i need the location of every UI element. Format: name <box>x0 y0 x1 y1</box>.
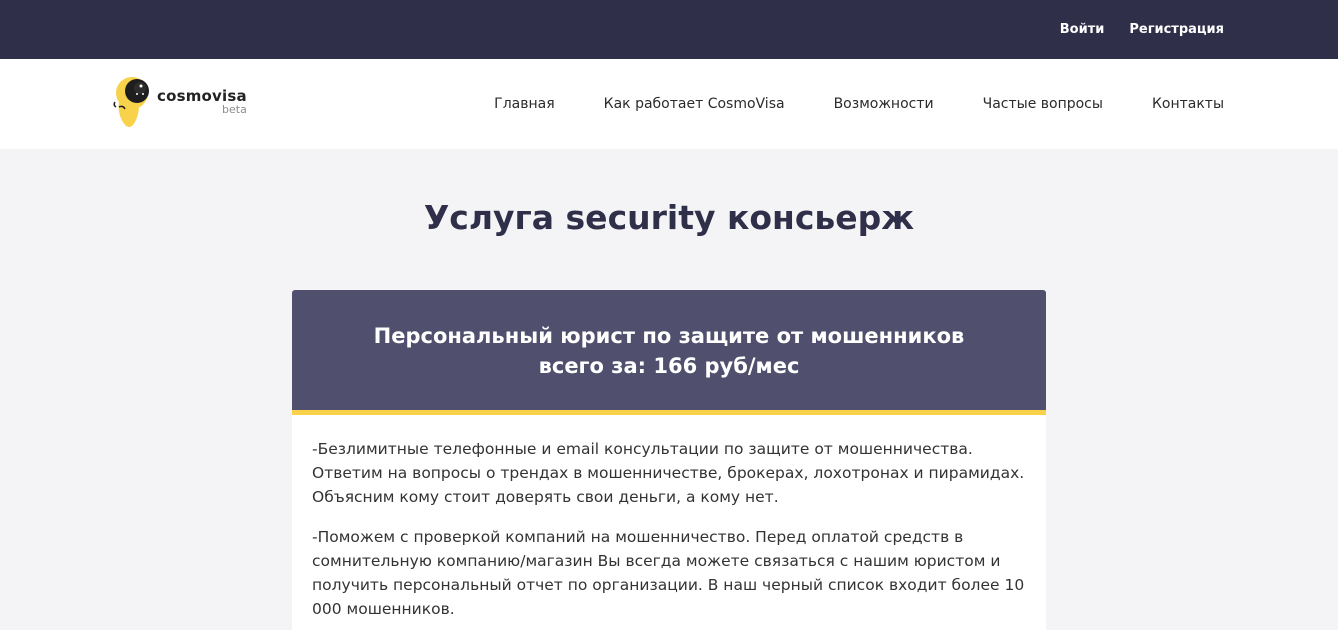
top-bar: Войти Регистрация <box>0 0 1338 59</box>
page-title: Услуга security консьерж <box>423 198 915 237</box>
nav-item-home[interactable]: Главная <box>494 96 554 112</box>
card-body: -Безлимитные телефонные и email консульт… <box>292 415 1046 621</box>
register-link[interactable]: Регистрация <box>1129 22 1224 37</box>
card-paragraph-company-check: -Поможем с проверкой компаний на мошенни… <box>312 528 1025 618</box>
service-card: Персональный юрист по защите от мошенник… <box>292 290 1046 630</box>
card-heading-line2: всего за: 166 руб/мес <box>538 354 800 378</box>
logo[interactable]: cosmovisa beta <box>113 75 247 129</box>
nav-item-features[interactable]: Возможности <box>834 96 934 112</box>
logo-brand: cosmovisa <box>157 87 247 105</box>
card-heading-line1: Персональный юрист по защите от мошенник… <box>373 324 965 348</box>
site-header: cosmovisa beta Главная Как работает Cosm… <box>0 59 1338 149</box>
nav-item-faq[interactable]: Частые вопросы <box>983 96 1103 112</box>
nav-item-how-it-works[interactable]: Как работает CosmoVisa <box>604 96 785 112</box>
main-nav: Главная Как работает CosmoVisa Возможнос… <box>494 59 1224 149</box>
nav-item-contacts[interactable]: Контакты <box>1152 96 1224 112</box>
astronaut-logo-icon <box>113 75 151 129</box>
login-link[interactable]: Войти <box>1060 22 1105 37</box>
card-paragraph-consultations: -Безлимитные телефонные и email консульт… <box>312 440 1025 506</box>
auth-links: Войти Регистрация <box>1060 0 1224 59</box>
logo-sub: beta <box>222 103 247 116</box>
card-header: Персональный юрист по защите от мошенник… <box>292 290 1046 415</box>
